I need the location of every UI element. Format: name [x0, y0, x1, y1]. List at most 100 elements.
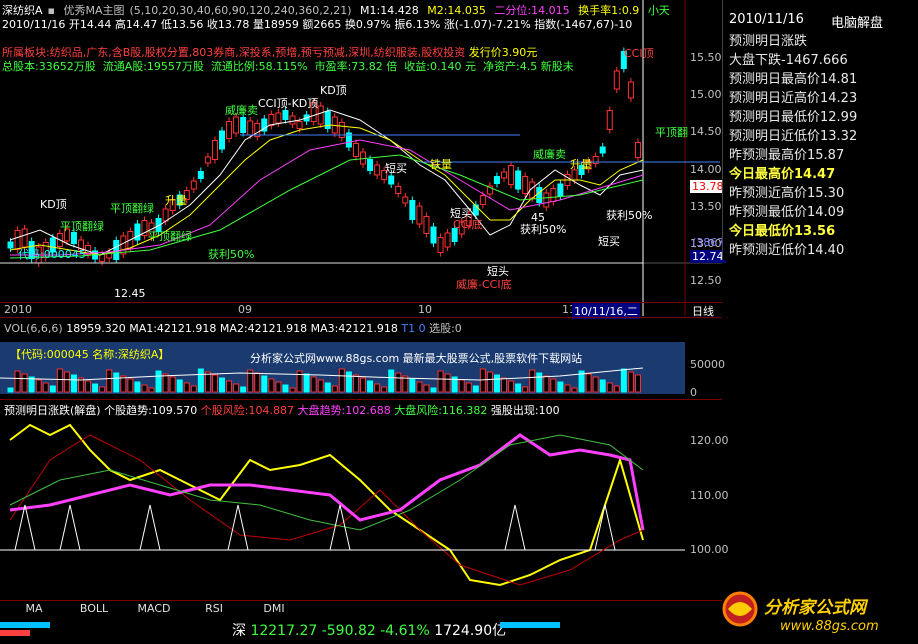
num45-label: 45: [531, 211, 545, 224]
mkt-trend-line-magenta: [9, 433, 645, 531]
status-market: 深: [232, 623, 246, 639]
status-pct: -4.61%: [380, 623, 430, 639]
code-label: 代码:000045: [18, 248, 86, 261]
forecast-item-9: 昨预测最低价14.09: [729, 205, 845, 220]
ind-axis-tick: 110.00: [690, 489, 729, 502]
tab-rsi[interactable]: RSI: [194, 602, 234, 616]
forecast-item-10: 今日最低价13.56: [729, 224, 836, 239]
vol-axis-tick: 0: [690, 386, 697, 399]
extra-info: 新股未: [540, 60, 574, 73]
app-name: 电脑解盘: [831, 16, 884, 31]
weilian-label-2: 威廉卖: [533, 148, 566, 161]
float-ratio: 流通比例:58.115%: [210, 60, 308, 73]
pe-ratio: 市盈率:73.82 倍: [314, 60, 398, 73]
tab-macd[interactable]: MACD: [134, 602, 174, 616]
pingding-label-1: 平顶翻绿: [110, 202, 154, 215]
nav: 净资产:4.5: [483, 60, 538, 73]
tab-boll[interactable]: BOLL: [74, 602, 114, 616]
ind-axis-tick: 100.00: [690, 543, 729, 556]
eps: 收益:0.140 元: [404, 60, 476, 73]
date-tick: 2010: [4, 303, 32, 316]
total-shares: 总股本:33652万股: [2, 60, 96, 73]
forecast-item-5: 预测明日近低价13.32: [729, 129, 858, 144]
bar-hsl: 换0.97%: [344, 18, 391, 31]
price-tick: 15.50: [690, 51, 722, 64]
bar-low: 低13.56: [160, 18, 204, 31]
price-tick: 12.50: [690, 274, 722, 287]
bar-close: 收13.78: [206, 18, 250, 31]
bar-amount: 额2665: [302, 18, 342, 31]
tab-dmi[interactable]: DMI: [254, 602, 294, 616]
cci-bottom-label-1: CCI底: [453, 218, 483, 231]
status-indicator: [0, 630, 30, 636]
kd-top-label-1: KD顶: [40, 198, 67, 211]
status-amount: 1724.90亿: [434, 623, 507, 639]
cci-kd-label: CCI顶-KD顶: [258, 97, 319, 110]
price-tick: 14.00: [690, 163, 722, 176]
pingding-label-4: 平顶翻: [655, 126, 688, 139]
forecast-item-2: 预测明日最高价14.81: [729, 72, 858, 87]
logo-text: 分析家公式网: [764, 598, 866, 618]
trend-line-yellow: [9, 423, 644, 587]
duanmai-label-1: 短买: [385, 162, 407, 175]
status-indicator: [0, 622, 50, 628]
current-price-tag: 13.78: [690, 180, 726, 193]
tab-bar: MA BOLL MACD RSI DMI: [0, 600, 722, 617]
indicator-panel[interactable]: 预测明日涨跌(解盘) 个股趋势:109.570 个股风险:104.887 大盘趋…: [0, 399, 729, 601]
bar-index: 指数(-1467,67)-10: [534, 18, 633, 31]
forecast-item-7: 今日最高价14.47: [729, 167, 836, 182]
forecast-item-11: 昨预测近低价14.40: [729, 243, 845, 258]
pingding-label-3: 平顶翻绿: [148, 230, 192, 243]
bar-open: 开14.44: [68, 18, 112, 31]
forecast-item-6: 昨预测最高价15.87: [729, 148, 845, 163]
banner-site: 分析家公式网www.88gs.com 最新最大股票公式,股票软件下载网站: [250, 352, 583, 365]
price-tick: 14.50: [690, 125, 722, 138]
indicator-svg: [0, 423, 685, 587]
low-value-label: 12.45: [114, 287, 146, 300]
low-price-tag: 12.74: [690, 250, 726, 263]
logo-url: www.88gs.com: [780, 619, 879, 634]
forecast-item-0: 预测明日涨跌: [729, 34, 808, 49]
mkt-risk-line-green: [9, 434, 644, 531]
shengliang-label-1: 升量: [165, 194, 187, 207]
kd-top-label-2: KD顶: [320, 84, 347, 97]
volume-panel[interactable]: VOL(6,6,6) 18959.320 MA1:42121.918 MA2:4…: [0, 317, 725, 400]
date-tick: 09: [238, 303, 252, 316]
duanmai-label-3: 短买: [598, 235, 620, 248]
forecast-item-3: 预测明日近高价14.23: [729, 91, 858, 106]
cci-bottom-label-2: 威廉-CCI底: [456, 278, 512, 291]
strong-line-white: [14, 504, 643, 551]
weilian-label-1: 威廉卖: [225, 104, 258, 117]
bar-volume: 量18959: [252, 18, 299, 31]
site-logo: 分析家公式网 www.88gs.com: [720, 583, 916, 641]
bar-high: 高14.47: [114, 18, 158, 31]
kline-panel[interactable]: 深纺织A ▪ 优秀MA主图 (5,10,20,30,40,60,90,120,240…: [0, 0, 729, 319]
risk-line-red: [9, 434, 644, 586]
forecast-item-4: 预测明日最低价12.99: [729, 110, 858, 125]
date-tick: 10: [418, 303, 432, 316]
shengliang-label-3: 升量: [570, 158, 592, 171]
forecast-panel: 2010/11/16 电脑解盘 预测明日涨跌 大盘下跌-1467.666 预测明…: [722, 0, 918, 260]
pingding-label-2: 平顶翻绿: [60, 220, 104, 233]
huoli-label-3: 获利50%: [606, 209, 653, 222]
status-index: 12217.27: [250, 623, 318, 639]
bar-date: 2010/11/16: [2, 18, 66, 31]
status-change: -590.82: [321, 623, 376, 639]
forecast-item-1: 大盘下跌-1467.666: [729, 53, 848, 68]
float-shares: 流通A股:19557万股: [102, 60, 204, 73]
huoli-label-1: 获利50%: [208, 248, 255, 261]
ind-axis-tick: 120.00: [690, 434, 729, 447]
vol-axis-tick: 50000: [690, 358, 725, 371]
cci-top-label: CCI顶: [624, 47, 654, 60]
xiaotian-value: 小天: [647, 4, 670, 17]
globe-icon: [722, 591, 758, 627]
bar-amp: 振6.13%: [394, 18, 441, 31]
forecast-item-8: 昨预测近高价15.30: [729, 186, 845, 201]
banner-code: 【代码:000045 名称:深纺织A】: [10, 348, 170, 361]
status-indicator: [500, 622, 560, 628]
price-tick: 13.50: [690, 200, 722, 213]
bar-chg: 涨(-1.07)-7.21%: [443, 18, 531, 31]
price-tick: 15.00: [690, 88, 722, 101]
tab-ma[interactable]: MA: [14, 602, 54, 616]
forecast-date: 2010/11/16: [729, 12, 804, 27]
